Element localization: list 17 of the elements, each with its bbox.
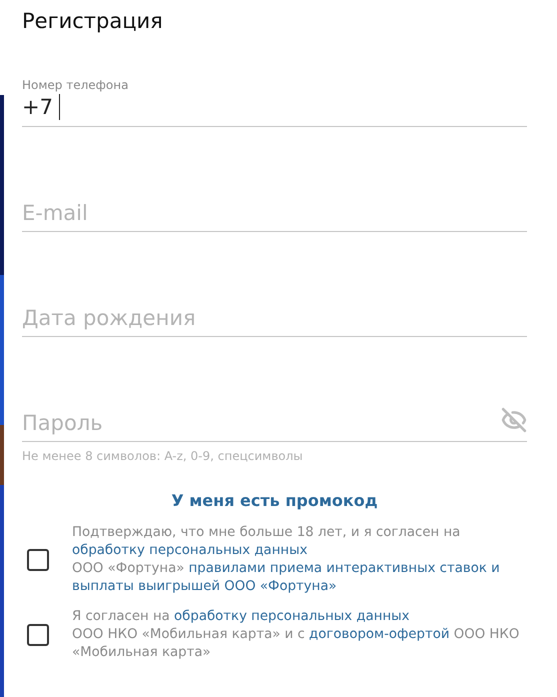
password-field[interactable]: Пароль — [22, 411, 501, 435]
consent-link[interactable]: обработку персональных данных — [72, 543, 308, 558]
phone-field[interactable]: +7 — [22, 95, 53, 119]
consent-link[interactable]: правилами приема интерактивных ставок и — [188, 561, 500, 576]
checkbox[interactable] — [27, 624, 49, 646]
field-label: Номер телефона — [22, 78, 130, 92]
consent-link[interactable]: договором-офертой — [309, 627, 450, 642]
consent-text: Я согласен на обработку персональных данных ООО НКО «Мобильная карта» и с договором-офертой ООО НКО «Мобильная карта» — [72, 608, 520, 662]
input-field[interactable]: Дата рождения — [22, 306, 527, 330]
consent-link[interactable]: выплаты выигрышей ООО «Фортуна» — [72, 579, 337, 594]
consent-link[interactable]: обработку персональных данных — [174, 609, 410, 624]
input-field[interactable]: E-mail — [22, 201, 527, 225]
consent-text: Подтверждаю, что мне больше 18 лет, и я согласен на обработку персональных данных ООО «Фортуна» правилами приема интерактивных ставок и выплаты выигрышей ООО «Фортуна» — [72, 524, 500, 596]
checkbox[interactable] — [27, 549, 49, 571]
promo-code-link[interactable]: У меня есть промокод — [171, 491, 378, 510]
page-title: Регистрация — [22, 8, 164, 35]
password-hint: Не менее 8 символов: A-z, 0-9, спецсимволы — [22, 449, 304, 463]
